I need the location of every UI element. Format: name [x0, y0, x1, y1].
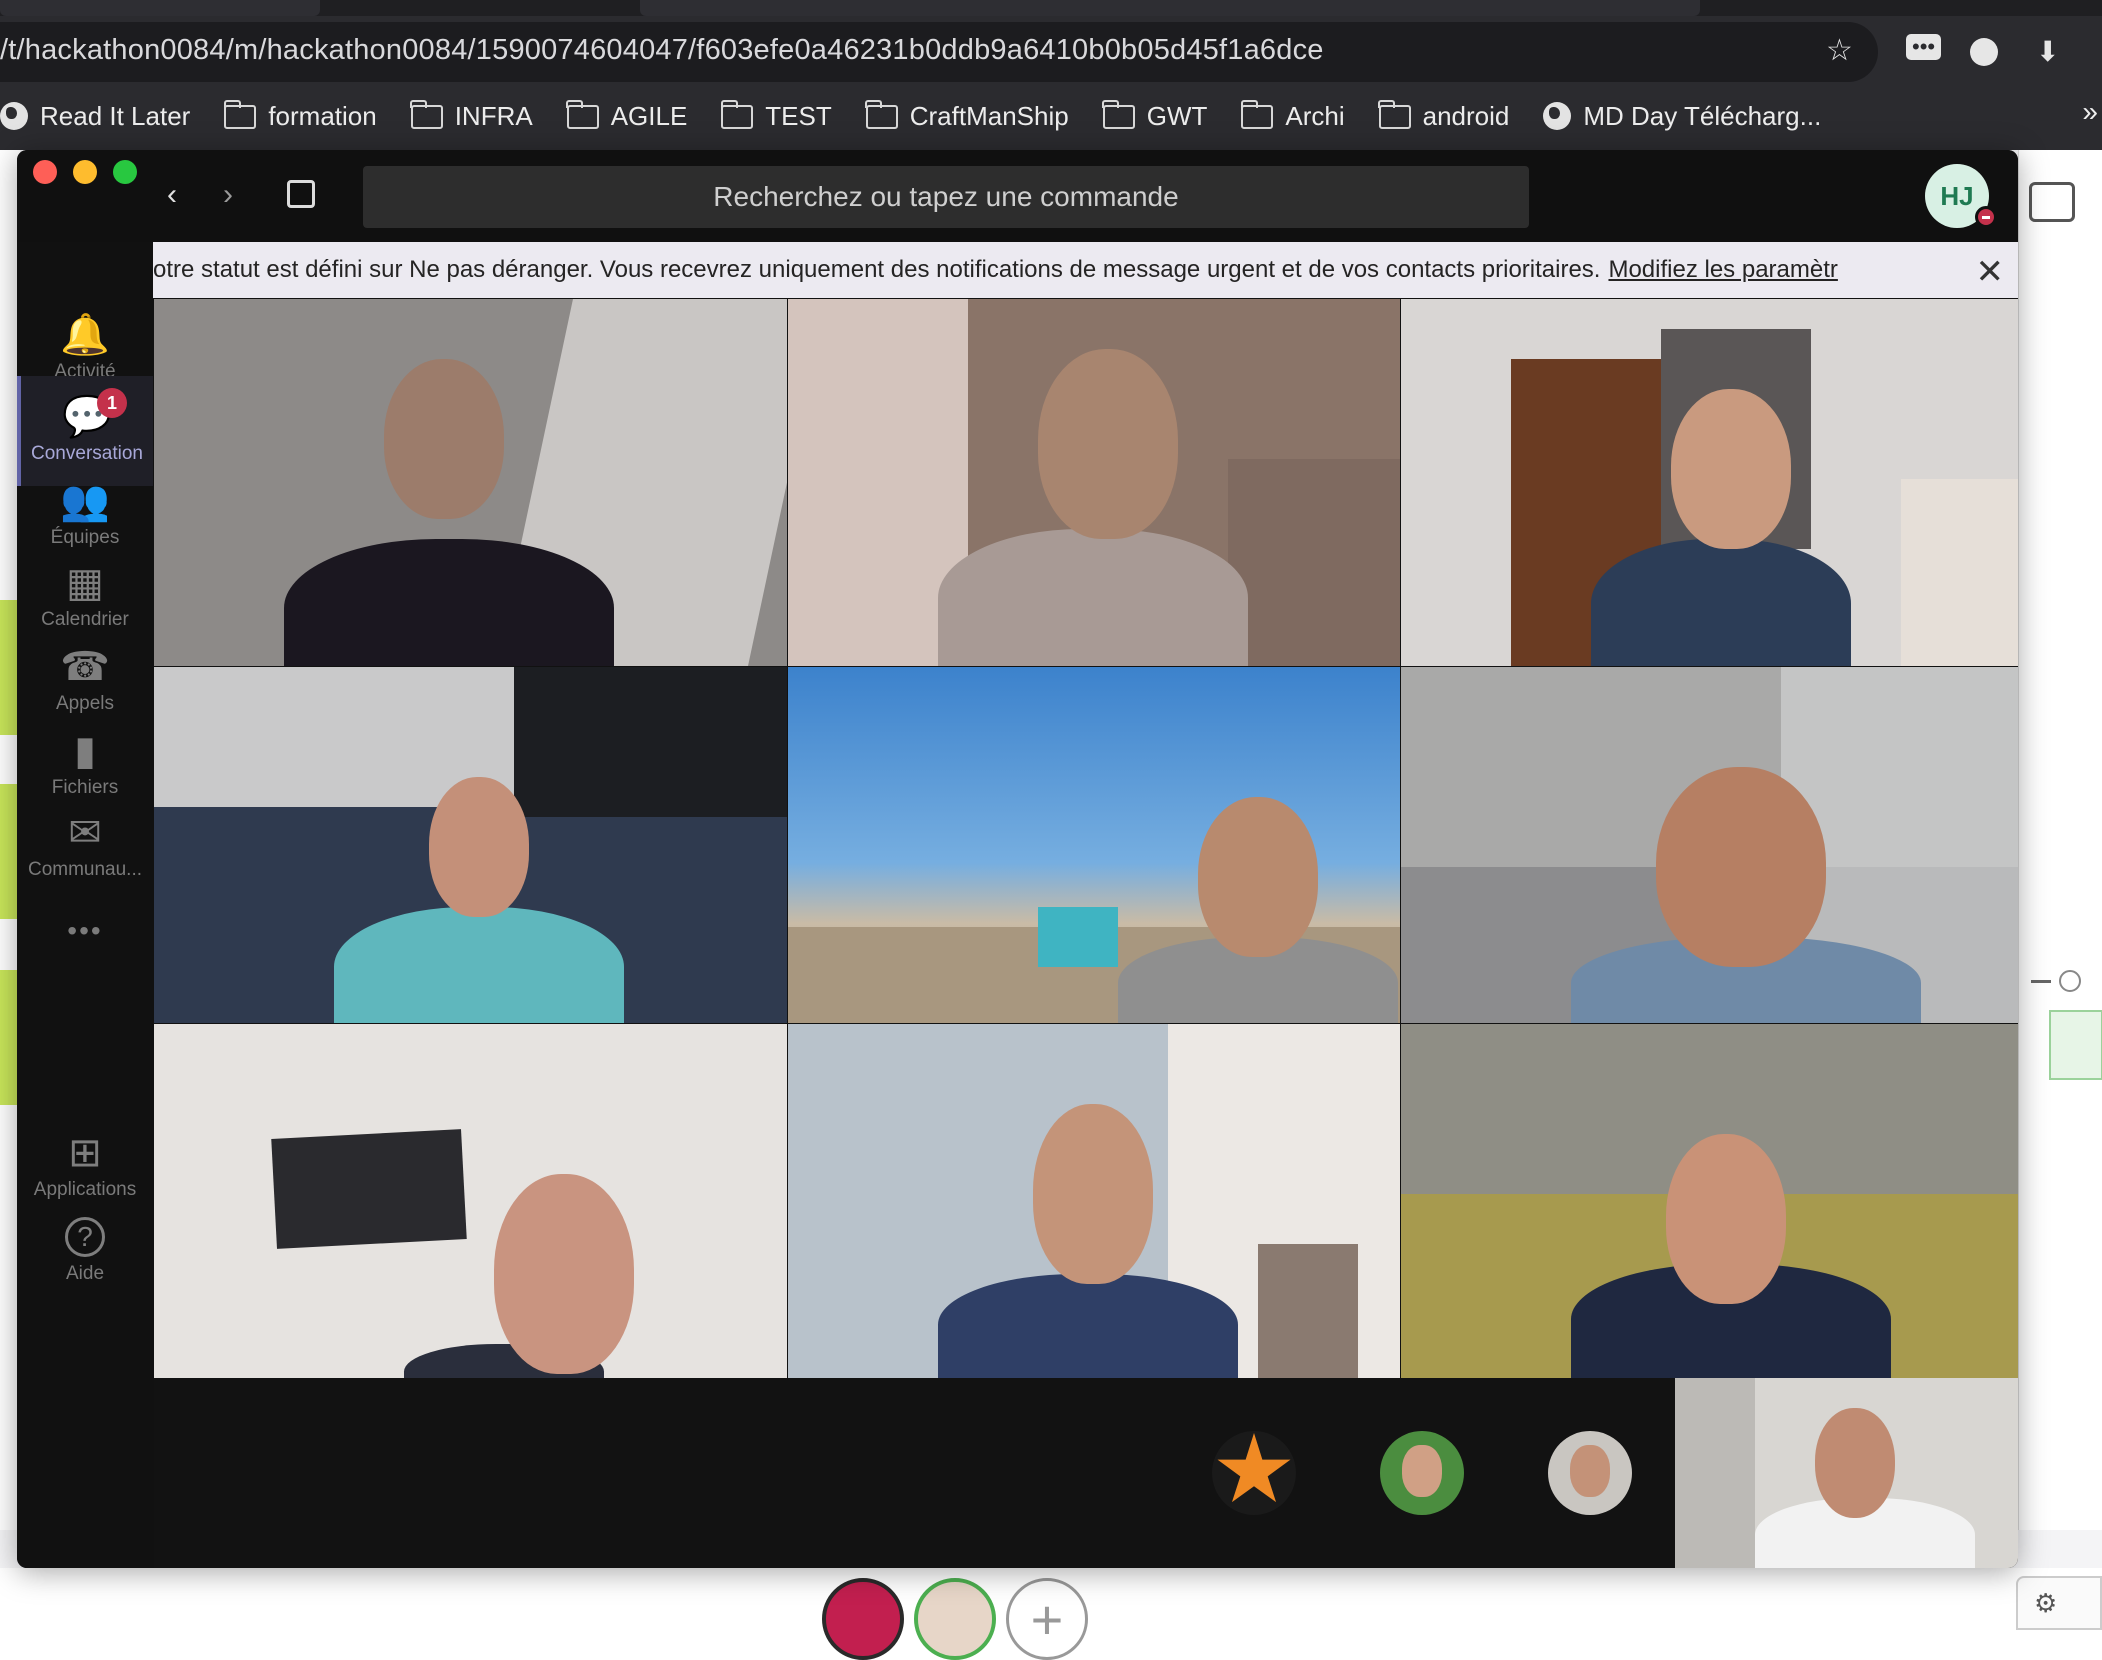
avatar-initials: HJ	[1940, 180, 1974, 211]
bookmark-item[interactable]: Read It Later	[0, 101, 190, 132]
search-input[interactable]: Recherchez ou tapez une commande	[363, 166, 1529, 228]
avatar[interactable]	[822, 1578, 904, 1660]
video-tile[interactable]	[788, 667, 1400, 1023]
file-icon: ▮	[73, 729, 96, 773]
background-bar	[0, 600, 18, 735]
close-icon[interactable]: ✕	[1976, 252, 2005, 292]
video-tile[interactable]	[154, 1024, 787, 1378]
video-tile[interactable]	[154, 299, 787, 666]
bookmark-label: TEST	[765, 100, 832, 131]
maximize-window-button[interactable]	[113, 160, 137, 184]
avatar[interactable]	[1548, 1431, 1632, 1515]
folder-icon	[1240, 100, 1274, 129]
notification-banner: otre statut est défini sur Ne pas dérang…	[153, 242, 2018, 298]
tab-strip	[0, 0, 2102, 16]
globe-icon	[1543, 102, 1572, 130]
sidebar-item-[interactable]: •••	[17, 876, 153, 986]
bookmark-item[interactable]: INFRA	[410, 100, 533, 132]
community-icon: ✉	[68, 811, 102, 855]
bookmark-label: INFRA	[454, 100, 533, 131]
browser-chrome: /t/hackathon0084/m/hackathon0084/1590074…	[0, 0, 2102, 150]
bell-icon: 🔔	[60, 313, 110, 357]
phone-icon: ☎	[60, 645, 110, 689]
bookmark-label: MD Day Télécharg...	[1583, 100, 1822, 131]
bookmark-item[interactable]: TEST	[720, 100, 832, 132]
video-tile[interactable]	[1401, 667, 2018, 1023]
background-bar	[0, 784, 18, 919]
bookmark-label: android	[1422, 100, 1510, 131]
bookmark-item[interactable]: Archi	[1240, 100, 1345, 132]
sidebar-item-label: •••	[67, 915, 103, 946]
download-icon[interactable]: ⬇	[2036, 38, 2059, 66]
chat-icon[interactable]	[2029, 182, 2075, 222]
avatar[interactable]	[1212, 1431, 1296, 1515]
status-badge	[1975, 206, 1997, 228]
folder-icon	[1378, 100, 1411, 129]
video-tile[interactable]	[788, 299, 1400, 666]
back-icon[interactable]: ‹	[167, 178, 177, 212]
bookmarks-bar: Read It Later formation INFRA AGILE TEST Craf…	[0, 96, 2080, 136]
teams-window: ‹ › Recherchez ou tapez une commande HJ …	[17, 150, 2018, 1568]
video-tile[interactable]	[154, 667, 787, 1023]
background-bottom-bar: + ⚙	[0, 1568, 2102, 1660]
apps-icon: ⊞	[68, 1131, 102, 1175]
teams-icon: 👥	[60, 479, 110, 523]
avatar[interactable]	[1380, 1431, 1464, 1515]
new-chat-icon[interactable]	[287, 180, 315, 208]
self-video[interactable]	[1675, 1378, 2018, 1568]
profile-extension-icon[interactable]	[1970, 38, 1998, 66]
zoom-out-icon[interactable]	[2031, 980, 2051, 983]
add-participant-icon[interactable]: +	[1006, 1578, 1088, 1660]
star-icon[interactable]: ☆	[1826, 36, 1853, 66]
avatar[interactable]	[914, 1578, 996, 1660]
banner-text: otre statut est défini sur Ne pas dérang…	[153, 256, 1601, 283]
bookmark-item[interactable]: CraftManShip	[865, 100, 1069, 132]
folder-icon	[566, 100, 599, 129]
browser-tab[interactable]	[640, 0, 1700, 16]
bookmark-label: formation	[268, 100, 377, 131]
url-text[interactable]: /t/hackathon0084/m/hackathon0084/1590074…	[0, 34, 1324, 67]
bookmark-item[interactable]: AGILE	[566, 100, 688, 132]
video-tile[interactable]	[788, 1024, 1400, 1378]
bookmark-item[interactable]: formation	[223, 100, 377, 132]
bookmark-item[interactable]: GWT	[1102, 100, 1208, 132]
minimize-window-button[interactable]	[73, 160, 97, 184]
participant-strip	[154, 1378, 2018, 1568]
settings-icon[interactable]: ⚙	[2016, 1576, 2102, 1630]
sidebar-item-aide[interactable]: ? Aide	[17, 1196, 153, 1306]
forward-icon[interactable]: ›	[223, 178, 233, 212]
browser-tab[interactable]	[0, 0, 320, 16]
banner-settings-link[interactable]: Modifiez les paramètr	[1608, 256, 1837, 284]
bookmark-item[interactable]: MD Day Télécharg...	[1543, 101, 1821, 132]
extension-icon[interactable]: •••	[1906, 34, 1942, 60]
minimap	[2049, 1010, 2102, 1080]
help-icon: ?	[65, 1217, 105, 1257]
zoom-slider-handle[interactable]	[2059, 970, 2081, 992]
notification-badge: 1	[97, 388, 127, 418]
globe-icon	[0, 102, 28, 130]
folder-icon	[865, 100, 898, 129]
bookmark-label: Archi	[1285, 100, 1345, 131]
bookmark-label: Read It Later	[40, 100, 191, 131]
close-window-button[interactable]	[33, 160, 57, 184]
sidebar-item-label: Aide	[65, 1263, 105, 1284]
search-placeholder: Recherchez ou tapez une commande	[713, 181, 1179, 212]
folder-icon	[410, 100, 443, 129]
bookmark-label: AGILE	[610, 100, 688, 131]
background-right-panel	[2018, 150, 2102, 1530]
app-sidebar: 🔔 Activité 💬 Conversation 1 👥 Équipes ▦ Calendri…	[17, 242, 153, 1568]
folder-icon	[720, 100, 754, 129]
video-grid	[154, 299, 2018, 1378]
bookmark-item[interactable]: android	[1378, 100, 1510, 132]
bookmark-label: CraftManShip	[909, 100, 1069, 131]
bookmark-label: GWT	[1146, 100, 1208, 131]
video-tile[interactable]	[1401, 299, 2018, 666]
more-bookmarks-icon[interactable]: »	[2082, 96, 2098, 128]
folder-icon	[223, 100, 257, 129]
calendar-icon: ▦	[66, 561, 104, 605]
background-bar	[0, 970, 18, 1105]
folder-icon	[1102, 100, 1135, 129]
video-tile[interactable]	[1401, 1024, 2018, 1378]
title-bar: ‹ › Recherchez ou tapez une commande HJ	[17, 150, 2018, 242]
